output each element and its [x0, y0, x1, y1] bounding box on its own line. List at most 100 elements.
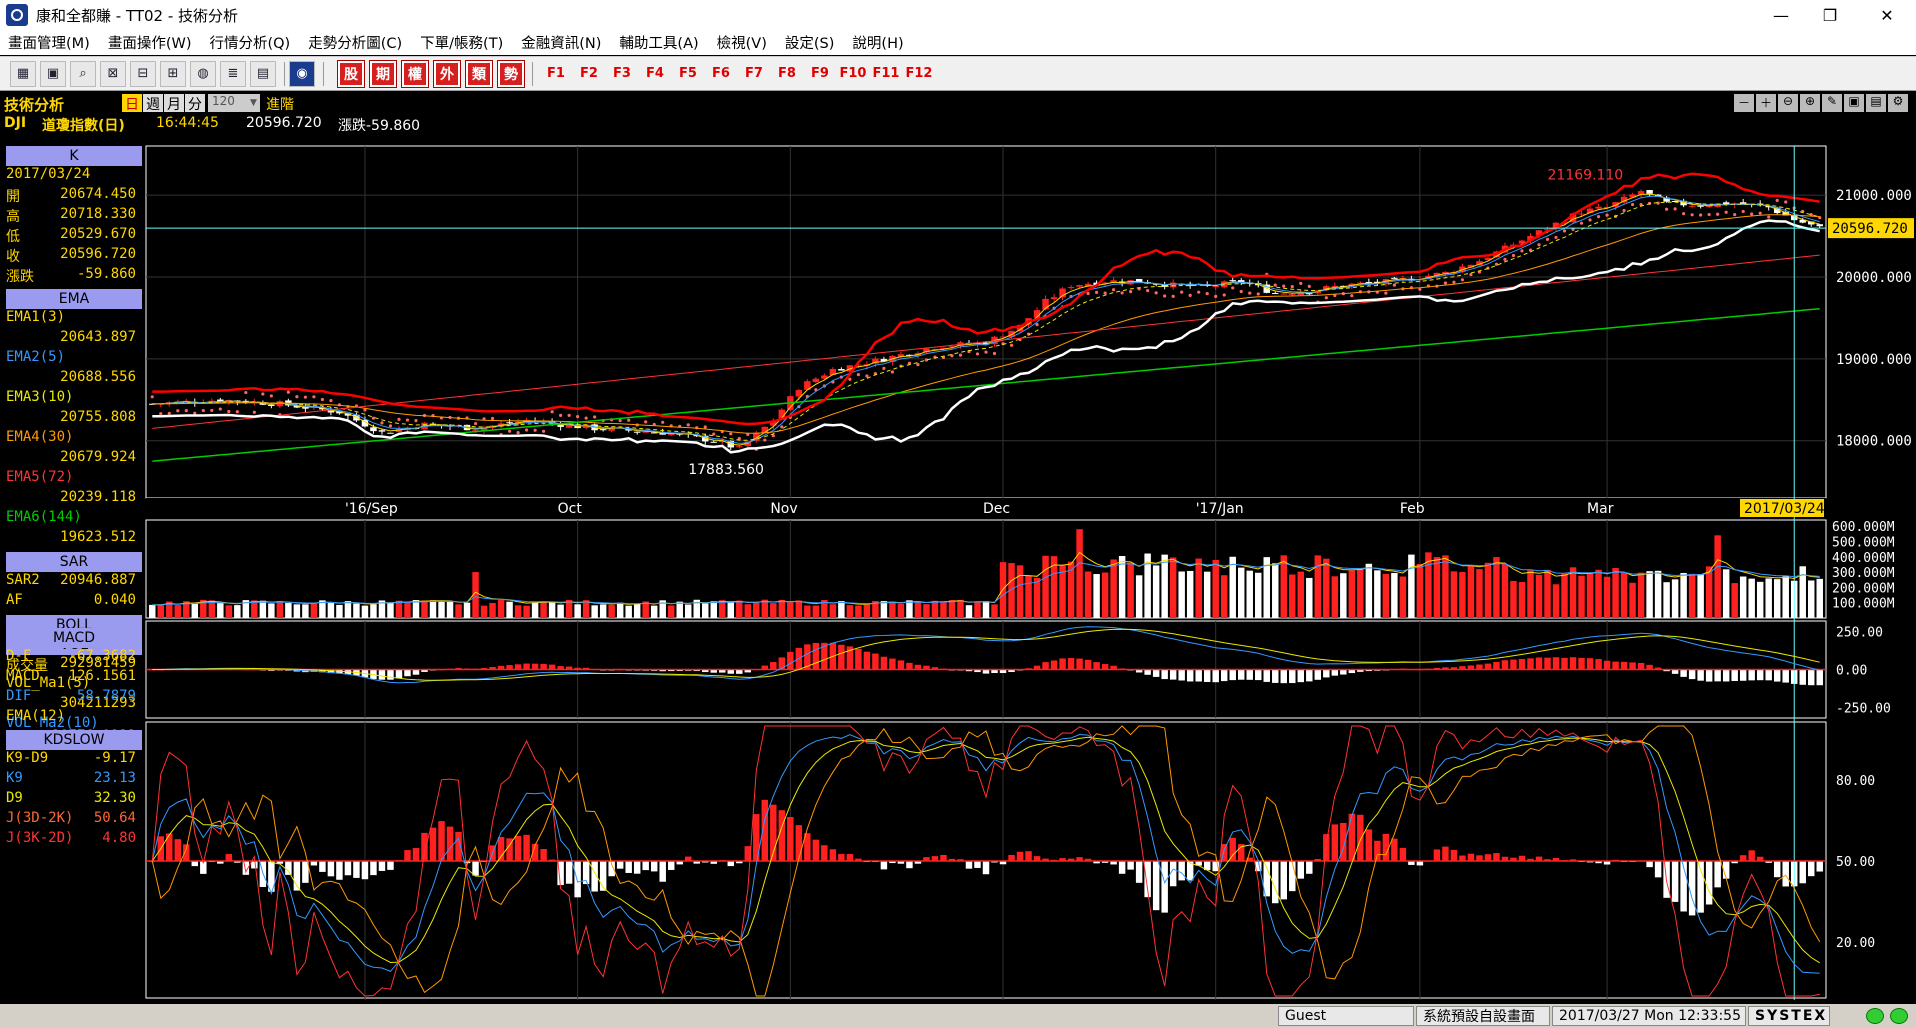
- close-button[interactable]: ✕: [1858, 0, 1916, 30]
- sar-section-title[interactable]: SAR: [6, 552, 142, 572]
- f10-key[interactable]: F10: [838, 61, 868, 87]
- futures-button[interactable]: 期: [369, 59, 397, 88]
- sector-button[interactable]: 類: [465, 59, 493, 88]
- kd-hist-bar: [166, 833, 173, 861]
- zoom-in-icon[interactable]: ＋: [1756, 94, 1776, 112]
- menu-quote-analysis[interactable]: 行情分析(Q): [201, 32, 300, 53]
- volume-bar: [599, 604, 607, 618]
- layout-icon[interactable]: ▦: [10, 60, 36, 87]
- candle-body: [1067, 287, 1075, 289]
- options-button[interactable]: 權: [401, 59, 429, 88]
- f7-key[interactable]: F7: [739, 61, 769, 87]
- zoom-out-icon[interactable]: －: [1734, 94, 1754, 112]
- f8-key[interactable]: F8: [772, 61, 802, 87]
- f1-key[interactable]: F1: [541, 61, 571, 87]
- kd-hist-bar: [378, 861, 386, 871]
- menu-help[interactable]: 說明(H): [844, 32, 913, 53]
- f9-key[interactable]: F9: [805, 61, 835, 87]
- low-annotation: 17883.560: [688, 462, 764, 478]
- split-icon[interactable]: ⊞: [160, 60, 186, 87]
- chevron-down-icon[interactable]: ▼: [250, 98, 257, 108]
- print-icon[interactable]: ▤: [1866, 94, 1886, 112]
- stock-button[interactable]: 股: [337, 59, 365, 88]
- maximize-button[interactable]: ❐: [1801, 0, 1859, 30]
- stack-icon[interactable]: ≣: [220, 60, 246, 87]
- sar-dot: [167, 411, 171, 415]
- kd-hist-bar: [982, 861, 990, 875]
- f2-key[interactable]: F2: [574, 61, 604, 87]
- sar-dot: [644, 420, 648, 424]
- quote-change: 漲跌-59.860: [338, 118, 421, 134]
- period-week-tab[interactable]: 週: [143, 94, 163, 113]
- k-section-title[interactable]: K: [6, 146, 142, 166]
- volume-bar: [293, 604, 301, 618]
- macd-hist-bar: [1595, 659, 1602, 670]
- volume-bar: [497, 600, 505, 618]
- kd-hist-bar: [1816, 861, 1823, 872]
- status-datetime: 2017/03/27 Mon 12:33:55: [1552, 1006, 1746, 1026]
- sar-dot: [916, 362, 920, 367]
- volume-bar: [429, 600, 437, 618]
- volume-bar: [1484, 562, 1492, 618]
- f6-key[interactable]: F6: [706, 61, 736, 87]
- menu-screen-manage[interactable]: 畫面管理(M): [0, 32, 100, 53]
- volume-bar: [625, 605, 632, 618]
- brand-icon[interactable]: ◉: [289, 60, 315, 87]
- sar-dot: [1690, 213, 1694, 217]
- macd-section-title[interactable]: MACD: [6, 628, 142, 648]
- macd-hist-bar: [778, 657, 786, 670]
- volume-bar: [1118, 555, 1126, 618]
- globe-icon[interactable]: ◍: [190, 60, 216, 87]
- menu-order-account[interactable]: 下單/帳務(T): [412, 32, 513, 53]
- tile-icon[interactable]: ⊟: [130, 60, 156, 87]
- monitor-icon[interactable]: ▣: [40, 60, 66, 87]
- macd-hist-bar: [1603, 660, 1611, 670]
- period-day-tab[interactable]: 日: [122, 94, 142, 113]
- volume-bar: [719, 600, 726, 618]
- period-month-tab[interactable]: 月: [164, 94, 184, 113]
- close-window-icon[interactable]: ⊠: [100, 60, 126, 87]
- chart-area[interactable]: 18000.000 19000.000 20000.000 21000.000 '16/…: [0, 134, 1916, 1002]
- menu-trend-chart[interactable]: 走勢分析圖(C): [300, 32, 412, 53]
- foreign-button[interactable]: 外: [433, 59, 461, 88]
- sar-dot: [1469, 272, 1473, 277]
- chart-icon[interactable]: ▤: [250, 60, 276, 87]
- trend-button[interactable]: 勢: [497, 59, 525, 88]
- f4-key[interactable]: F4: [640, 61, 670, 87]
- menu-tools[interactable]: 輔助工具(A): [611, 32, 708, 53]
- macd-hist-bar: [1263, 669, 1270, 682]
- sar-dot: [320, 397, 325, 402]
- f11-key[interactable]: F11: [871, 61, 901, 87]
- ema-row: EMA4(30): [6, 429, 142, 449]
- menu-view[interactable]: 檢視(V): [709, 32, 777, 53]
- magnify-plus-icon[interactable]: ⊕: [1800, 94, 1820, 112]
- volume-bar: [225, 605, 233, 618]
- kd-hist-bar: [1306, 861, 1313, 874]
- f12-key[interactable]: F12: [904, 61, 934, 87]
- f5-key[interactable]: F5: [673, 61, 703, 87]
- volume-bar: [421, 600, 428, 618]
- sar-dot: [1784, 200, 1788, 204]
- volume-bar: [1816, 578, 1823, 618]
- menu-screen-ops[interactable]: 畫面操作(W): [100, 32, 202, 53]
- kd-section-title[interactable]: KDSLOW: [6, 730, 142, 750]
- save-icon[interactable]: ▣: [1844, 94, 1864, 112]
- kd-hist-bar: [1025, 851, 1032, 861]
- kd-hist-bar: [1127, 861, 1134, 870]
- settings-icon[interactable]: ⚙: [1888, 94, 1908, 112]
- sar-dot: [1511, 253, 1516, 258]
- kd-hist-bar: [387, 861, 394, 870]
- draw-icon[interactable]: ✎: [1822, 94, 1842, 112]
- advanced-link[interactable]: 進階: [266, 94, 294, 115]
- magnify-minus-icon[interactable]: ⊖: [1778, 94, 1798, 112]
- zoom-icon[interactable]: ⌕: [70, 60, 96, 87]
- menu-finance-info[interactable]: 金融資訊(N): [513, 32, 611, 53]
- menu-settings[interactable]: 設定(S): [777, 32, 845, 53]
- f3-key[interactable]: F3: [607, 61, 637, 87]
- macd-hist-bar: [1229, 669, 1236, 681]
- volume-bar: [846, 605, 854, 618]
- kd-hist-bar: [1799, 861, 1806, 884]
- period-minute-tab[interactable]: 分: [185, 94, 205, 113]
- ema-section-title[interactable]: EMA: [6, 289, 142, 309]
- macd-row: D-F -67.3682: [6, 648, 142, 668]
